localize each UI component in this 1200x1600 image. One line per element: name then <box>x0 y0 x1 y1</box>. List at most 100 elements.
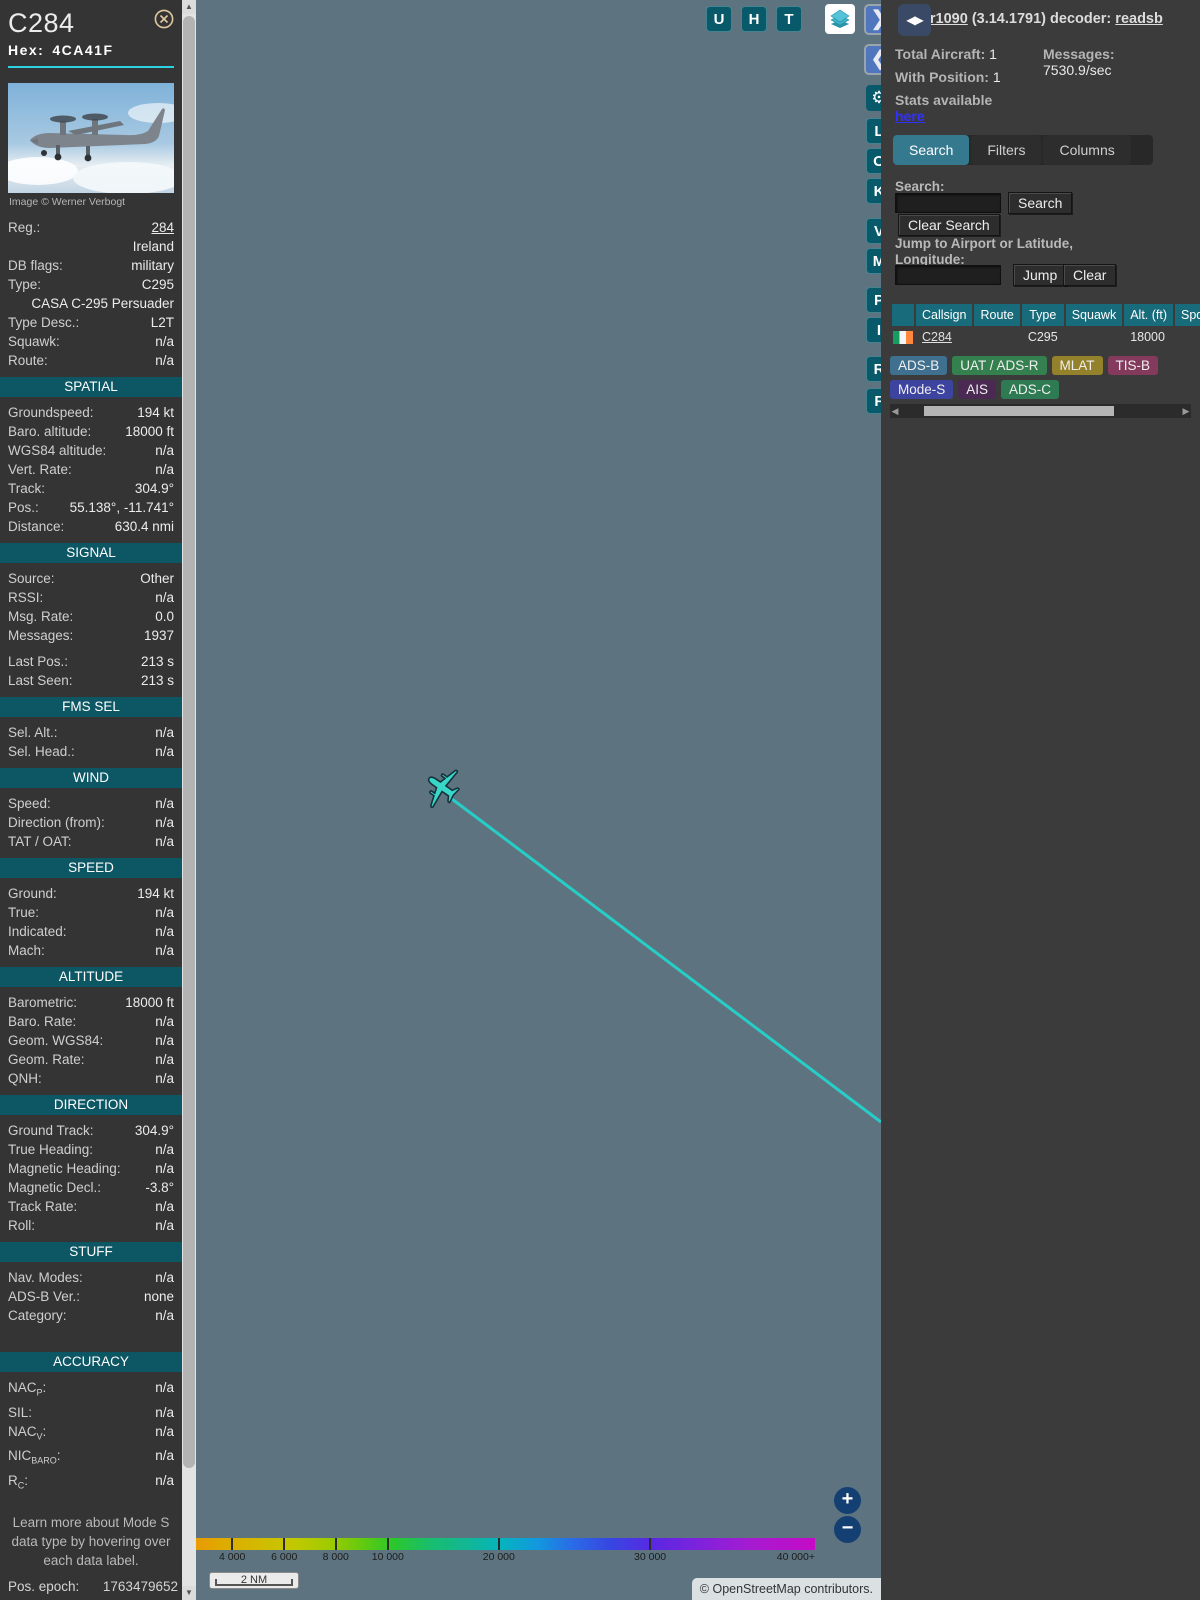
scroll-down-icon[interactable]: ▼ <box>182 1586 196 1600</box>
row-value: L2T <box>150 315 174 330</box>
map-canvas[interactable]: UHT ❯ ❮ ⚙ LOKVMPIRF 4 000 6 000 8 000 10 00… <box>196 0 881 1600</box>
row-value[interactable]: 284 <box>40 218 174 237</box>
map-button-m[interactable]: M <box>866 248 881 274</box>
data-row: RSSI: n/a <box>8 588 174 607</box>
settings-button[interactable]: ⚙ <box>866 85 881 111</box>
scroll-right-icon[interactable]: ▶ <box>1181 404 1191 418</box>
row-value: Other <box>140 571 174 586</box>
zoom-out-button[interactable]: − <box>834 1516 861 1543</box>
row-label: Magnetic Heading: <box>8 1161 121 1176</box>
scrollbar-thumb[interactable] <box>183 16 195 1468</box>
stats-here-link[interactable]: here <box>895 108 925 124</box>
row-value: n/a <box>155 725 174 740</box>
collapse-panel-button[interactable]: ❮ <box>864 44 881 75</box>
search-input[interactable] <box>895 193 1001 213</box>
column-header[interactable] <box>892 304 914 326</box>
row-label: QNH: <box>8 1071 42 1086</box>
jump-input[interactable] <box>895 265 1001 285</box>
legend-mode-s[interactable]: Mode-S <box>890 380 954 399</box>
mode-s-hint: Learn more about Mode S data type by hov… <box>11 1515 171 1568</box>
scroll-up-icon[interactable]: ▲ <box>182 0 196 14</box>
map-button-i[interactable]: I <box>866 317 881 343</box>
column-header[interactable]: Callsign <box>916 304 973 326</box>
map-button-p[interactable]: P <box>866 287 881 313</box>
data-row: Baro. Rate: n/a <box>8 1012 174 1031</box>
data-row: RC: n/a <box>8 1471 174 1496</box>
zoom-in-button[interactable]: + <box>834 1487 861 1514</box>
altitude-label: 40 000+ <box>776 1551 815 1563</box>
info-row: Squawk: n/a <box>8 332 174 351</box>
data-row: True: n/a <box>8 903 174 922</box>
tab-columns[interactable]: Columns <box>1043 135 1131 165</box>
aircraft-table-row[interactable]: C284 C295 18000 <box>892 328 1200 346</box>
readsb-link[interactable]: readsb <box>1115 11 1163 27</box>
row-label: Mach: <box>8 943 45 958</box>
pos-epoch-row: Pos. epoch: 1763479652 <box>8 1579 178 1594</box>
altitude-tick <box>386 1538 389 1550</box>
search-button[interactable]: Search <box>1008 192 1073 214</box>
row-value: n/a <box>155 1308 174 1323</box>
registration-link[interactable]: 284 <box>151 220 174 235</box>
osm-link[interactable]: © OpenStreetMap <box>700 1582 801 1596</box>
map-button-v[interactable]: V <box>866 218 881 244</box>
aircraft-photo[interactable] <box>8 83 174 193</box>
legend-ads-c[interactable]: ADS-C <box>1001 380 1060 399</box>
legend-mlat[interactable]: MLAT <box>1051 356 1103 375</box>
map-button-h[interactable]: H <box>741 6 767 32</box>
row-value: n/a <box>155 1161 174 1176</box>
row-label: Baro. Rate: <box>8 1014 77 1029</box>
column-header[interactable]: Spd. <box>1175 304 1200 326</box>
map-button-k[interactable]: K <box>866 178 881 204</box>
callsign-link[interactable]: C284 <box>922 330 952 344</box>
section-header: WIND <box>0 768 182 788</box>
row-label: WGS84 altitude: <box>8 443 107 458</box>
row-label: Source: <box>8 571 55 586</box>
row-value: n/a <box>155 334 174 349</box>
table-horizontal-scrollbar[interactable]: ◀ ▶ <box>890 404 1191 418</box>
gear-icon: ⚙ <box>871 88 881 107</box>
jump-button[interactable]: Jump <box>1013 264 1068 286</box>
data-row: WGS84 altitude: n/a <box>8 441 174 460</box>
h-scrollbar-thumb[interactable] <box>924 406 1114 416</box>
row-label: Ground Track: <box>8 1123 94 1138</box>
alt-cell: 18000 <box>1130 330 1165 345</box>
close-icon[interactable] <box>154 9 174 29</box>
section-header: SPEED <box>0 858 182 878</box>
data-row: Nav. Modes: n/a <box>8 1268 174 1287</box>
row-label: Distance: <box>8 519 65 534</box>
column-header[interactable]: Route <box>974 304 1020 326</box>
column-header[interactable]: Squawk <box>1065 304 1123 326</box>
data-row: NACP: n/a <box>8 1378 174 1403</box>
row-label: RC: <box>8 1473 29 1491</box>
panel-width-toggle-button[interactable]: ◀▶ <box>898 4 931 36</box>
map-button-f[interactable]: F <box>866 388 881 414</box>
clear-search-button[interactable]: Clear Search <box>898 214 1000 236</box>
data-row: TAT / OAT: n/a <box>8 832 174 851</box>
altitude-label: 4 000 <box>219 1551 246 1563</box>
map-button-t[interactable]: T <box>776 6 802 32</box>
clear-button[interactable]: Clear <box>1063 264 1117 286</box>
map-button-r[interactable]: R <box>866 356 881 382</box>
data-row: Sel. Alt.: n/a <box>8 723 174 742</box>
row-label: Type Desc.: <box>8 315 80 330</box>
map-button-o[interactable]: O <box>866 148 881 174</box>
layers-button[interactable] <box>825 4 855 34</box>
row-value: C295 <box>141 277 174 292</box>
sidebar-scrollbar[interactable]: ▲ ▼ <box>182 0 196 1600</box>
tab-filters[interactable]: Filters <box>971 135 1042 165</box>
legend-ads-b[interactable]: ADS-B <box>890 356 948 375</box>
row-label: Category: <box>8 1308 67 1323</box>
legend-ais[interactable]: AIS <box>958 380 997 399</box>
legend-tis-b[interactable]: TIS-B <box>1107 356 1159 375</box>
map-button-l[interactable]: L <box>866 118 881 144</box>
column-header[interactable]: Type <box>1021 304 1064 326</box>
legend-uat-ads-r[interactable]: UAT / ADS-R <box>952 356 1047 375</box>
map-button-u[interactable]: U <box>706 6 732 32</box>
expand-panel-button[interactable]: ❯ <box>864 4 881 35</box>
altitude-scale-labels: 4 000 6 000 8 000 10 000 20 000 30 000 40 000+ <box>196 1551 815 1564</box>
row-label: Barometric: <box>8 995 78 1010</box>
tab-search[interactable]: Search <box>893 135 970 165</box>
scroll-left-icon[interactable]: ◀ <box>890 404 900 418</box>
row-value: n/a <box>155 1404 174 1420</box>
column-header[interactable]: Alt. (ft) <box>1124 304 1174 326</box>
